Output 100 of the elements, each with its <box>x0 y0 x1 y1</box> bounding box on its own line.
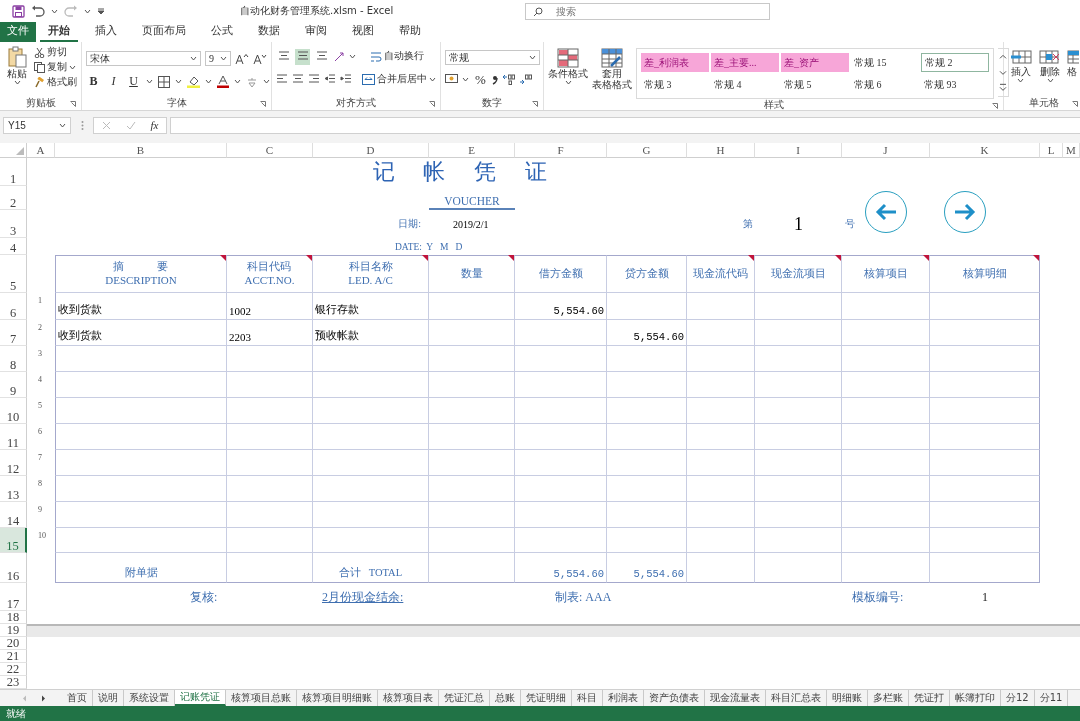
column-header[interactable]: J <box>842 143 930 158</box>
row-header[interactable]: 16 <box>0 553 27 583</box>
save-icon[interactable] <box>12 4 25 18</box>
caret-icon[interactable] <box>529 55 536 60</box>
italic-button[interactable]: I <box>106 73 121 90</box>
caret-icon[interactable] <box>146 79 153 84</box>
caret-icon[interactable] <box>234 79 241 84</box>
ribbon-tab[interactable]: 开始 <box>40 22 78 42</box>
caret-icon[interactable] <box>13 80 21 86</box>
row-header[interactable]: 1 <box>0 158 27 186</box>
decrease-font-icon[interactable] <box>253 52 267 65</box>
caret-icon[interactable] <box>69 65 76 70</box>
vertical-align-button[interactable] <box>295 48 310 65</box>
copy-button[interactable]: 复制 <box>34 61 77 74</box>
font-color-icon[interactable] <box>217 75 229 88</box>
ribbon-tab[interactable]: 帮助 <box>391 22 429 42</box>
increase-decimal-icon[interactable] <box>502 74 515 85</box>
cut-button[interactable]: 剪切 <box>34 46 77 59</box>
formula-input[interactable] <box>170 116 1080 134</box>
caret-icon[interactable] <box>59 122 66 128</box>
dialog-launcher-icon[interactable] <box>992 103 998 109</box>
column-header[interactable]: M <box>1063 143 1080 158</box>
cell-style-item[interactable]: 常规 2 <box>921 53 989 72</box>
column-header[interactable]: B <box>55 143 227 158</box>
percent-button[interactable]: % <box>473 71 488 88</box>
format-as-table-button[interactable]: 套用 表格格式 <box>592 48 632 99</box>
column-header[interactable]: K <box>930 143 1040 158</box>
caret-icon[interactable] <box>1017 78 1025 84</box>
row-header[interactable]: 10 <box>0 398 27 424</box>
column-header[interactable]: E <box>429 143 515 158</box>
cell-style-item[interactable]: 差_资产 <box>781 53 849 72</box>
ribbon-tab[interactable]: 视图 <box>344 22 382 42</box>
dialog-launcher-icon[interactable] <box>260 101 266 107</box>
paste-button[interactable]: 粘贴 <box>4 46 30 96</box>
scroll-right-icon[interactable] <box>41 694 46 702</box>
wrap-text-button[interactable]: 自动换行 <box>370 50 424 63</box>
previous-button[interactable] <box>865 191 907 233</box>
row-header[interactable]: 6 <box>0 293 27 320</box>
caret-icon[interactable] <box>349 54 356 59</box>
row-header[interactable]: 4 <box>0 238 27 255</box>
column-header[interactable]: I <box>755 143 842 158</box>
ribbon-tab[interactable]: 公式 <box>203 22 241 42</box>
cell-style-item[interactable]: 常规 6 <box>851 75 919 94</box>
cell-style-item[interactable]: 差_主要... <box>711 53 779 72</box>
caret-icon[interactable] <box>51 8 58 14</box>
number-format-field[interactable]: 常规 <box>445 50 540 65</box>
comma-style-icon[interactable] <box>492 74 498 85</box>
cell-style-item[interactable]: 常规 4 <box>711 75 779 94</box>
caret-icon[interactable] <box>205 79 212 84</box>
row-header[interactable]: 21 <box>0 650 27 663</box>
cell-style-item[interactable]: 常规 3 <box>641 75 709 94</box>
next-button[interactable] <box>944 191 986 233</box>
cell-style-item[interactable]: 常规 15 <box>851 53 919 72</box>
align-right-icon[interactable] <box>308 74 320 85</box>
cash-balance-link[interactable]: 2月份现金结余: <box>313 588 404 606</box>
dialog-launcher-icon[interactable] <box>532 101 538 107</box>
column-header[interactable]: D <box>313 143 429 158</box>
row-header[interactable]: 13 <box>0 476 27 502</box>
decrease-indent-icon[interactable] <box>324 74 336 85</box>
row-header[interactable]: 11 <box>0 424 27 450</box>
column-header[interactable]: A <box>27 143 55 158</box>
cell-style-item[interactable]: 差_利润表 <box>641 53 709 72</box>
font-size-field[interactable]: 9 <box>205 51 231 66</box>
underline-button[interactable]: U <box>126 73 141 90</box>
insert-button[interactable]: 插入 <box>1008 48 1034 96</box>
row-header[interactable]: 9 <box>0 372 27 398</box>
check-icon[interactable] <box>125 120 136 130</box>
caret-icon[interactable] <box>429 77 436 82</box>
caret-icon[interactable] <box>263 79 270 84</box>
increase-indent-icon[interactable] <box>340 74 352 85</box>
fill-color-icon[interactable] <box>187 75 200 88</box>
row-header[interactable]: 5 <box>0 255 27 293</box>
column-header[interactable]: L <box>1040 143 1063 158</box>
row-header[interactable]: 22 <box>0 663 27 676</box>
align-center-icon[interactable] <box>292 74 304 85</box>
row-header[interactable]: 20 <box>0 637 27 650</box>
row-header[interactable]: 3 <box>0 210 27 238</box>
column-header[interactable]: G <box>607 143 687 158</box>
merge-center-button[interactable]: 合并后居中 <box>362 73 436 86</box>
ribbon-tab[interactable]: 页面布局 <box>134 22 194 42</box>
ribbon-tab[interactable]: 数据 <box>250 22 288 42</box>
ribbon-tab[interactable]: 插入 <box>87 22 125 42</box>
undo-icon[interactable] <box>31 5 45 17</box>
dialog-launcher-icon[interactable] <box>70 101 76 107</box>
insert-function-button[interactable]: fx <box>150 119 159 131</box>
accounting-icon[interactable] <box>445 74 458 85</box>
caret-icon[interactable] <box>175 79 182 84</box>
cell-style-item[interactable]: 常规 5 <box>781 75 849 94</box>
dialog-launcher-icon[interactable] <box>429 101 435 107</box>
bold-button[interactable]: B <box>86 73 101 90</box>
caret-icon[interactable] <box>564 80 572 86</box>
search-field[interactable]: 搜索 <box>525 2 770 20</box>
row-header[interactable]: 18 <box>0 611 27 624</box>
format-button[interactable]: 格 <box>1067 48 1079 96</box>
format-painter-button[interactable]: 格式刷 <box>34 76 77 89</box>
customize-icon[interactable] <box>97 7 105 15</box>
name-box[interactable]: Y15 <box>3 116 71 134</box>
dialog-launcher-icon[interactable] <box>1072 101 1078 107</box>
column-header[interactable]: H <box>687 143 755 158</box>
caret-icon[interactable] <box>220 56 227 61</box>
